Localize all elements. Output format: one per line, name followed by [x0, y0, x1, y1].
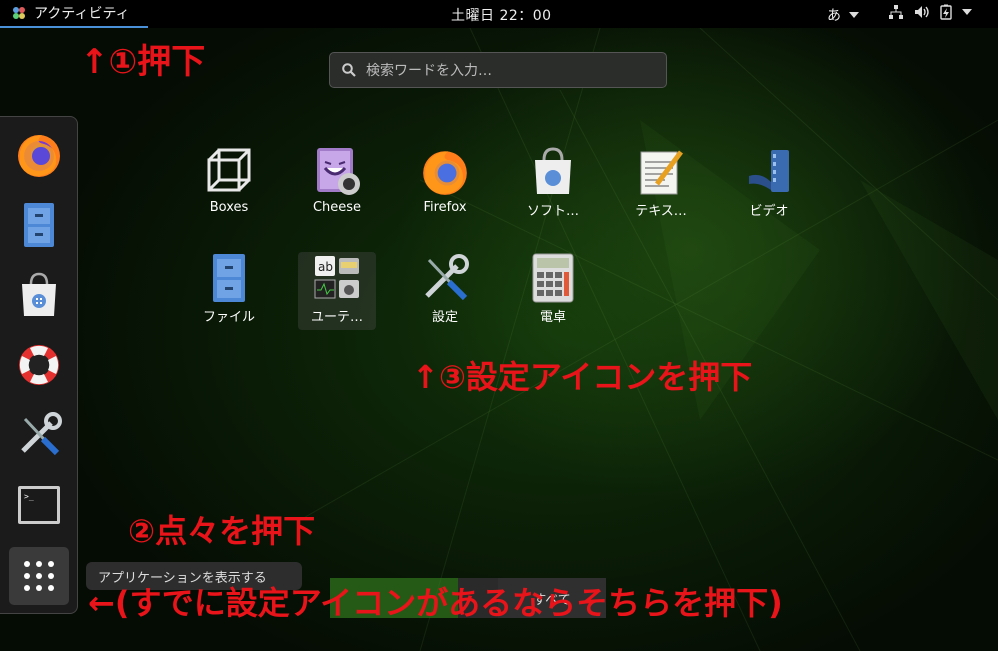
files-icon [213, 254, 245, 302]
chevron-down-icon [962, 9, 972, 15]
cheese-icon [317, 148, 360, 195]
chevron-down-icon [849, 12, 859, 18]
app-text-editor[interactable]: テキス… [622, 146, 700, 224]
input-method-menu[interactable]: あ [827, 5, 859, 25]
volume-icon [915, 6, 929, 18]
software-icon [535, 147, 571, 194]
search-placeholder: 検索ワードを入力… [366, 63, 492, 79]
files-icon [24, 203, 54, 247]
boxes-icon [207, 148, 251, 192]
app-label: Firefox [423, 200, 467, 215]
software-icon [22, 272, 56, 316]
app-utilities-folder[interactable]: ab ユーテ… [298, 252, 376, 330]
annotation-step3: ↑③設定アイコンを押下 [412, 358, 753, 396]
dash-item-firefox[interactable] [9, 125, 69, 185]
clock[interactable]: 土曜日 22：00 [451, 5, 552, 25]
help-icon [19, 345, 59, 385]
app-calculator[interactable]: 電卓 [514, 252, 592, 330]
system-menu[interactable] [888, 4, 972, 20]
app-label: Boxes [209, 200, 249, 215]
terminal-icon: >_ [18, 486, 60, 524]
annotation-note: ←(すでに設定アイコンがあるならそちらを押下) [88, 584, 783, 622]
dash-item-files[interactable] [9, 195, 69, 255]
dash: >_ [0, 116, 78, 614]
gnome-logo-icon [13, 7, 25, 19]
search-input[interactable]: 検索ワードを入力… [329, 52, 667, 88]
svg-text:ab: ab [318, 260, 333, 274]
app-label: テキス… [635, 204, 687, 219]
firefox-icon [18, 135, 60, 177]
input-method-label: あ [827, 8, 841, 24]
svg-text:>_: >_ [24, 492, 34, 501]
app-grid-icon [24, 561, 54, 591]
app-label: 設定 [431, 310, 458, 325]
app-label: Cheese [312, 200, 362, 215]
calculator-icon [532, 253, 574, 303]
app-label: 電卓 [539, 310, 566, 325]
settings-icon [21, 412, 62, 456]
app-label: ビデオ [749, 204, 789, 219]
app-label: ソフト… [526, 204, 579, 219]
app-label: ユーテ… [310, 310, 363, 325]
app-label: ファイル [202, 310, 255, 325]
activities-label: アクティビティ [34, 6, 130, 22]
settings-icon [425, 254, 469, 301]
dash-item-settings[interactable] [9, 405, 69, 465]
top-bar: アクティビティ 土曜日 22：00 あ [0, 0, 998, 28]
battery-icon [940, 4, 952, 20]
text-editor-icon [640, 150, 683, 195]
show-applications-button[interactable] [9, 547, 69, 605]
dash-item-terminal[interactable]: >_ [9, 475, 69, 535]
app-video[interactable]: ビデオ [730, 146, 808, 224]
annotation-step1: ↑①押下 [80, 42, 206, 82]
annotation-step2: ②点々を押下 [128, 512, 316, 550]
app-software[interactable]: ソフト… [514, 146, 592, 224]
dash-item-software[interactable] [9, 265, 69, 325]
search-icon [342, 63, 356, 77]
activities-button[interactable]: アクティビティ [0, 0, 148, 28]
firefox-icon [423, 151, 467, 195]
app-boxes[interactable]: Boxes [190, 146, 268, 224]
dash-item-help[interactable] [9, 335, 69, 395]
network-icon [889, 5, 903, 19]
app-files[interactable]: ファイル [190, 252, 268, 330]
app-firefox[interactable]: Firefox [406, 146, 484, 224]
utilities-folder-icon: ab [314, 256, 359, 299]
video-icon [749, 150, 789, 192]
app-settings[interactable]: 設定 [406, 252, 484, 330]
app-cheese[interactable]: Cheese [298, 146, 376, 224]
desktop-background [0, 0, 998, 651]
